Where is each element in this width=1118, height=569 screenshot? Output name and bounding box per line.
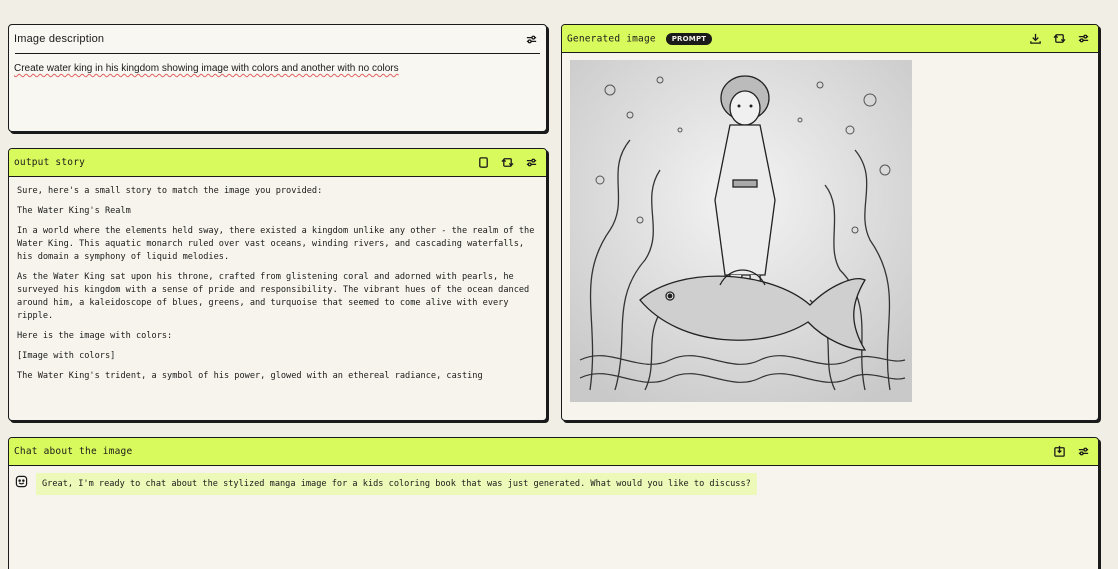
generated-image[interactable] [570,60,912,402]
settings-sliders-icon[interactable] [1076,445,1090,459]
output-story-header: output story [9,149,546,177]
prompt-badge[interactable]: PROMPT [665,32,713,45]
chat-header: Chat about the image [9,438,1098,466]
output-story-text: Sure, here's a small story to match the … [9,177,546,398]
settings-sliders-icon[interactable] [1076,32,1090,46]
regenerate-icon[interactable] [1052,32,1066,46]
generated-image-panel: Generated image PROMPT [561,24,1099,421]
image-description-header: Image description [9,25,546,53]
settings-sliders-icon[interactable] [524,156,538,170]
chat-panel: Chat about the image Great, I'm ready to… [8,437,1099,569]
image-description-title: Image description [14,33,105,45]
settings-sliders-icon[interactable] [524,32,538,46]
story-paragraph: Here is the image with colors: [17,331,173,341]
download-icon[interactable] [1028,32,1042,46]
story-paragraph: [Image with colors] [17,351,116,361]
regenerate-icon[interactable] [500,156,514,170]
generated-image-header: Generated image PROMPT [562,25,1098,53]
image-description-panel: Image description Create water king in h… [8,24,547,132]
story-paragraph: In a world where the elements held sway,… [17,226,535,262]
chat-bubble: Great, I'm ready to chat about the styli… [36,473,757,495]
story-paragraph: The Water King's trident, a symbol of hi… [17,371,483,381]
story-paragraph: As the Water King sat upon his throne, c… [17,272,530,321]
output-story-panel: output story Sure, here's a small story … [8,148,547,421]
output-story-title: output story [14,157,86,168]
story-paragraph: The Water King's Realm [17,206,131,216]
export-chat-icon[interactable] [1052,445,1066,459]
copy-icon[interactable] [476,156,490,170]
chat-title: Chat about the image [14,446,133,457]
story-paragraph: Sure, here's a small story to match the … [17,186,323,196]
image-description-input[interactable]: Create water king in his kingdom showing… [9,54,546,83]
generated-image-title: Generated image [567,33,656,44]
chat-message: Great, I'm ready to chat about the styli… [9,466,1098,502]
water-king-illustration [570,60,912,402]
bot-avatar-icon [15,473,28,492]
